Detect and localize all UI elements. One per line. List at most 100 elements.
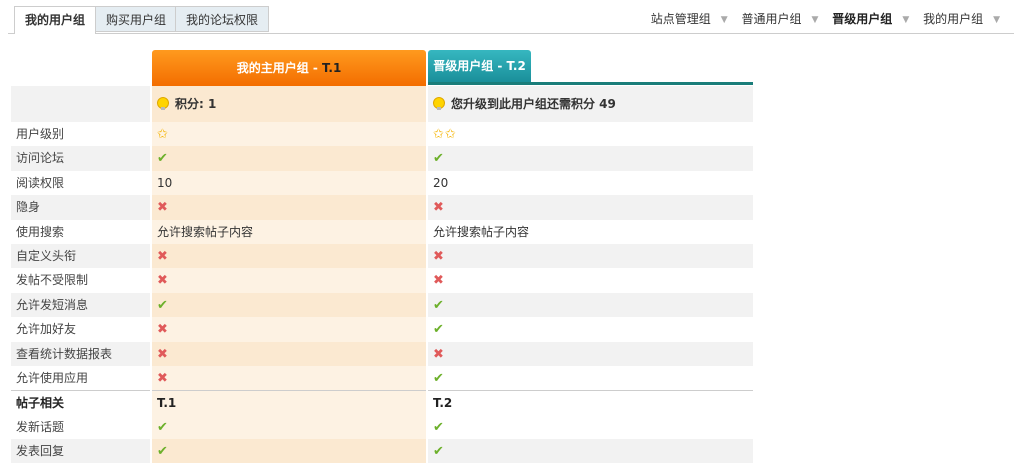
my-group-cell: ✖ bbox=[152, 365, 426, 391]
cross-icon: ✖ bbox=[157, 322, 168, 338]
nav-admin-group[interactable]: 站点管理组 bbox=[651, 12, 711, 26]
my-group-cell: ✔ bbox=[152, 146, 426, 171]
row-label: 使用搜索 bbox=[16, 224, 65, 239]
check-icon: ✔ bbox=[157, 297, 168, 313]
check-icon: ✔ bbox=[157, 444, 168, 460]
row-label: 阅读权限 bbox=[16, 175, 65, 190]
my-group-cell: ✩ bbox=[152, 122, 426, 147]
cell-value: 允许搜索帖子内容 bbox=[433, 224, 530, 239]
row-label: 发表回复 bbox=[11, 439, 150, 464]
row-label: 允许加好友 bbox=[16, 322, 77, 337]
promotion-group-cell: 允许搜索帖子内容 bbox=[428, 220, 753, 244]
table-row: 使用搜索 允许搜索帖子内容 允许搜索帖子内容 bbox=[11, 219, 753, 244]
cell-value: 20 bbox=[433, 175, 449, 190]
table-row: 查看统计数据报表 ✖ ✖ bbox=[11, 341, 753, 366]
nav-my-group[interactable]: 我的用户组 bbox=[923, 12, 983, 26]
permission-rows: 用户级别 ✩ ✩✩ 访问论坛 ✔ ✔ 阅读权限 10 20 隐身 ✖ ✖ 使用搜索 允许搜索帖子内容 允许搜… bbox=[11, 122, 753, 391]
points-label-cell bbox=[11, 86, 150, 122]
my-points-cell: 积分: 1 bbox=[152, 86, 426, 122]
cross-icon: ✖ bbox=[433, 248, 444, 264]
check-icon: ✔ bbox=[157, 151, 168, 167]
points-row: 积分: 1 您升级到此用户组还需积分 49 bbox=[11, 86, 753, 122]
promotion-group-cell: ✔ bbox=[428, 439, 753, 464]
table-row: 允许发短消息 ✔ ✔ bbox=[11, 292, 753, 318]
chevron-down-icon[interactable]: ▼ bbox=[812, 7, 819, 33]
section-label: 帖子相关 bbox=[11, 390, 150, 415]
post-permission-rows: 发新话题 ✔ ✔ 发表回复 ✔ ✔ bbox=[11, 414, 753, 464]
my-group-cell: ✖ bbox=[152, 341, 426, 366]
my-points: 积分: 1 bbox=[175, 97, 217, 111]
cross-icon: ✖ bbox=[433, 200, 444, 216]
cross-icon: ✖ bbox=[433, 273, 444, 289]
promotion-group-cell: ✖ bbox=[428, 243, 753, 269]
check-icon: ✔ bbox=[433, 370, 444, 386]
my-group-title: 我的主用户组 - bbox=[236, 61, 323, 75]
needed-points-cell: 您升级到此用户组还需积分 49 bbox=[428, 86, 753, 122]
promotion-group-cell: ✖ bbox=[428, 268, 753, 292]
promotion-group-cell: ✔ bbox=[428, 317, 753, 341]
my-group-cell: 允许搜索帖子内容 bbox=[152, 219, 426, 244]
promotion-group-cell: ✔ bbox=[428, 415, 753, 439]
nav-promotion-group[interactable]: 晋级用户组 bbox=[832, 12, 892, 26]
chevron-down-icon[interactable]: ▼ bbox=[902, 7, 909, 33]
table-row: 发帖不受限制 ✖ ✖ bbox=[11, 268, 753, 293]
my-group-cell: ✖ bbox=[152, 195, 426, 220]
row-label: 允许发短消息 bbox=[11, 292, 150, 318]
promotion-group-header[interactable]: 晋级用户组 - T.2 bbox=[428, 50, 531, 82]
header-underline bbox=[428, 82, 753, 85]
section-post-row: 帖子相关 T.1 T.2 bbox=[11, 390, 753, 415]
chevron-down-icon[interactable]: ▼ bbox=[721, 7, 728, 33]
table-row: 用户级别 ✩ ✩✩ bbox=[11, 122, 753, 147]
tab-buy-usergroup[interactable]: 购买用户组 bbox=[95, 6, 178, 32]
row-label: 查看统计数据报表 bbox=[11, 341, 150, 366]
my-group-cell: ✔ bbox=[152, 414, 426, 440]
cell-value: 10 bbox=[157, 175, 173, 190]
table-row: 发新话题 ✔ ✔ bbox=[11, 414, 753, 440]
table-row: 发表回复 ✔ ✔ bbox=[11, 439, 753, 464]
cross-icon: ✖ bbox=[157, 273, 168, 289]
row-label: 用户级别 bbox=[16, 127, 65, 141]
row-label: 隐身 bbox=[11, 195, 150, 220]
tab-my-usergroup[interactable]: 我的用户组 bbox=[14, 6, 97, 34]
row-label: 发新话题 bbox=[16, 419, 65, 434]
promotion-group-title: 晋级用户组 - T.2 bbox=[433, 59, 526, 73]
star-icon: ✩✩ bbox=[433, 127, 457, 142]
table-row: 阅读权限 10 20 bbox=[11, 170, 753, 196]
my-group-cell: ✖ bbox=[152, 268, 426, 293]
row-label: 发帖不受限制 bbox=[16, 273, 89, 288]
check-icon: ✔ bbox=[433, 297, 444, 313]
promotion-group-cell: ✔ bbox=[428, 146, 753, 171]
promotion-group-cell: 20 bbox=[428, 171, 753, 195]
my-group-header: 我的主用户组 - T.1 bbox=[152, 50, 426, 86]
promotion-group-cell: ✔ bbox=[428, 292, 753, 318]
my-group-cell: ✖ bbox=[152, 317, 426, 342]
check-icon: ✔ bbox=[157, 419, 168, 435]
cross-icon: ✖ bbox=[157, 200, 168, 216]
tab-forum-permissions[interactable]: 我的论坛权限 bbox=[175, 6, 270, 32]
row-label: 允许使用应用 bbox=[16, 370, 89, 385]
table-row: 允许加好友 ✖ ✔ bbox=[11, 317, 753, 342]
my-group-level: T.1 bbox=[322, 61, 342, 75]
table-row: 自定义头衔 ✖ ✖ bbox=[11, 243, 753, 269]
chevron-down-icon[interactable]: ▼ bbox=[993, 7, 1000, 33]
cell-value: 允许搜索帖子内容 bbox=[157, 224, 254, 239]
star-icon: ✩ bbox=[157, 127, 169, 142]
row-label: 访问论坛 bbox=[11, 146, 150, 171]
usergroup-nav: 站点管理组 ▼ 普通用户组 ▼ 晋级用户组 ▼ 我的用户组 ▼ bbox=[651, 6, 1010, 32]
nav-normal-group[interactable]: 普通用户组 bbox=[742, 12, 802, 26]
cross-icon: ✖ bbox=[157, 370, 168, 386]
lightbulb-icon bbox=[433, 97, 445, 110]
promotion-group-cell: ✖ bbox=[428, 195, 753, 220]
permission-table: 积分: 1 您升级到此用户组还需积分 49 用户级别 ✩ ✩✩ 访问论坛 ✔ ✔ 阅读权限 1… bbox=[11, 86, 753, 464]
needed-points: 您升级到此用户组还需积分 49 bbox=[451, 97, 616, 111]
cross-icon: ✖ bbox=[157, 248, 168, 264]
row-label: 自定义头衔 bbox=[11, 243, 150, 269]
check-icon: ✔ bbox=[433, 151, 444, 167]
my-group-cell: ✔ bbox=[152, 439, 426, 464]
check-icon: ✔ bbox=[433, 419, 444, 435]
cross-icon: ✖ bbox=[433, 346, 444, 362]
check-icon: ✔ bbox=[433, 444, 444, 460]
table-row: 访问论坛 ✔ ✔ bbox=[11, 146, 753, 171]
table-row: 隐身 ✖ ✖ bbox=[11, 195, 753, 220]
my-group-cell: 10 bbox=[152, 170, 426, 196]
